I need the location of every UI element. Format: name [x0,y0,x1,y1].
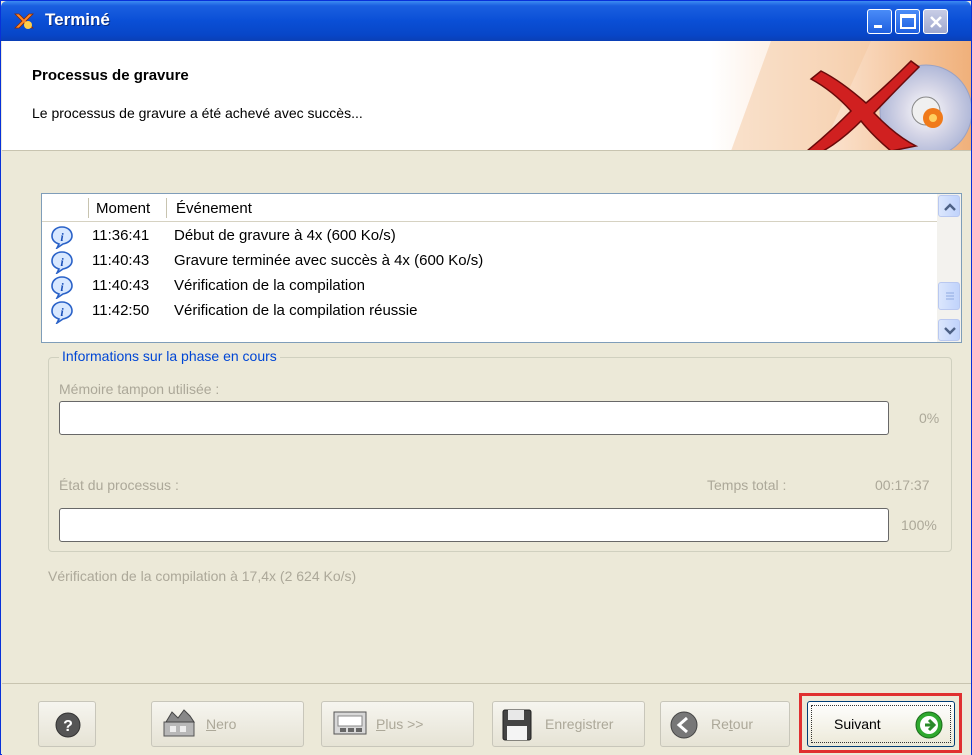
event-log-list[interactable]: Moment Événement i 11:36:41 Début de gra… [41,193,962,343]
total-time-value: 00:17:37 [875,477,930,493]
column-header-time[interactable]: Moment [96,200,150,217]
column-separator [88,198,89,218]
minimize-button[interactable] [867,9,892,34]
column-header-event[interactable]: Événement [176,200,252,217]
buffer-progress-bar [59,401,889,435]
column-separator [166,198,167,218]
nero-home-icon [163,709,195,737]
vertical-scrollbar[interactable] [937,194,961,342]
help-button[interactable]: ? [38,701,96,747]
list-item[interactable]: i 11:42:50 Vérification de la compilatio… [42,299,937,324]
next-button-highlight [799,693,962,753]
page-subtitle: Le processus de gravure a été achevé ave… [32,105,363,121]
svg-text:?: ? [63,718,73,735]
page-title: Processus de gravure [32,67,189,84]
nero-app-icon [14,13,34,29]
window-title: Terminé [45,10,110,29]
process-percent: 100% [901,517,937,533]
more-button[interactable]: Plus >> [321,701,474,747]
event-time: 11:36:41 [92,227,150,244]
scroll-down-button[interactable] [938,319,960,341]
more-options-icon [333,711,367,735]
event-text: Vérification de la compilation réussie [174,302,418,319]
list-item[interactable]: i 11:36:41 Début de gravure à 4x (600 Ko… [42,224,937,249]
save-button-label: Enregistrer [545,716,614,732]
more-button-label: Plus >> [376,716,424,732]
event-text: Vérification de la compilation [174,277,365,294]
chevron-down-icon [944,327,956,335]
phase-info-legend: Informations sur la phase en cours [59,348,280,364]
buffer-label: Mémoire tampon utilisée : [59,381,220,397]
list-item[interactable]: i 11:40:43 Vérification de la compilatio… [42,274,937,299]
event-time: 11:42:50 [92,302,150,319]
event-time: 11:40:43 [92,277,150,294]
back-button-label: Retour [711,716,754,732]
floppy-disk-icon [502,709,532,741]
grip-icon [946,292,954,300]
help-icon: ? [55,712,81,738]
process-progress-bar [59,508,889,542]
burn-complete-window: Terminé Processus de gravure Le processu… [0,0,972,755]
info-icon: i [51,276,73,299]
wizard-header: Processus de gravure Le processus de gra… [2,41,971,151]
scroll-up-button[interactable] [938,195,960,217]
close-icon [930,16,942,28]
back-button[interactable]: Retour [660,701,790,747]
event-time: 11:40:43 [92,252,150,269]
title-bar[interactable]: Terminé [1,1,971,41]
minimize-icon [874,25,882,28]
event-log-header: Moment Événement [42,194,937,222]
nero-button-label: Nero [206,716,237,732]
info-icon: i [51,226,73,249]
event-text: Début de gravure à 4x (600 Ko/s) [174,227,396,244]
process-state-label: État du processus : [59,477,179,493]
info-icon: i [51,301,73,324]
chevron-up-icon [944,203,956,211]
event-text: Gravure terminée avec succès à 4x (600 K… [174,252,484,269]
scroll-thumb[interactable] [938,282,960,310]
arrow-left-circle-icon [670,711,698,739]
buffer-percent: 0% [919,410,940,426]
process-progress-fill [62,511,886,539]
save-button[interactable]: Enregistrer [492,701,645,747]
status-line: Vérification de la compilation à 17,4x (… [48,568,357,584]
maximize-icon [900,14,916,29]
total-time-label: Temps total : [707,477,787,493]
nero-button[interactable]: Nero [151,701,304,747]
close-button[interactable] [923,9,948,34]
list-item[interactable]: i 11:40:43 Gravure terminée avec succès … [42,249,937,274]
nero-x-disc-icon [711,41,971,150]
info-icon: i [51,251,73,274]
maximize-button[interactable] [895,9,920,34]
